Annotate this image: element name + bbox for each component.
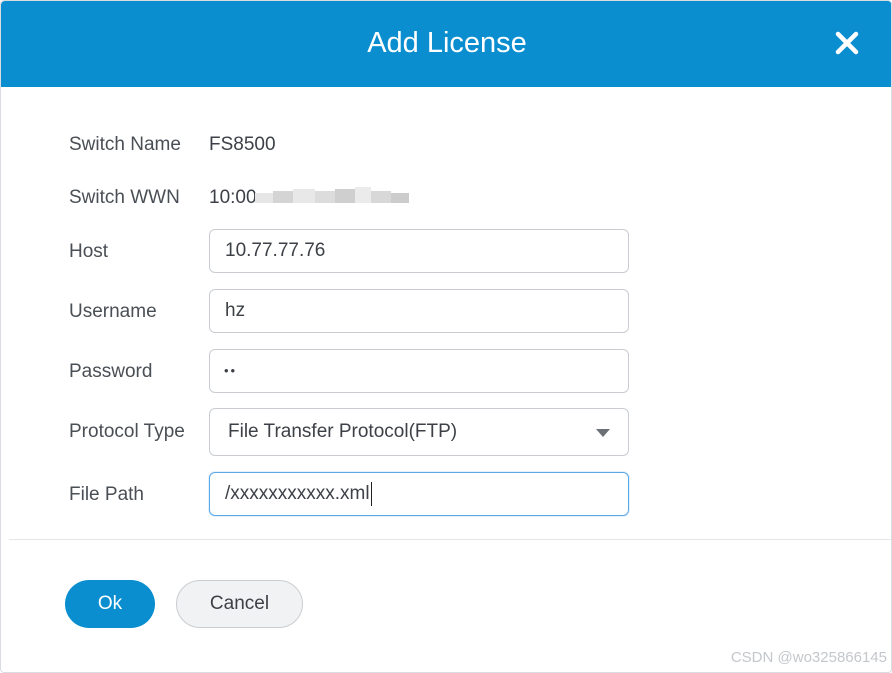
protocol-type-select[interactable]: File Transfer Protocol(FTP) — [209, 408, 629, 456]
add-license-dialog: Add License Switch Name FS8500 Switch WW… — [0, 0, 892, 673]
dialog-header: Add License — [1, 1, 891, 87]
password-masked-value: •• — [224, 363, 238, 378]
username-input[interactable] — [209, 289, 629, 333]
host-label: Host — [69, 241, 109, 262]
ok-button[interactable]: Ok — [65, 580, 155, 628]
switch-name-label: Switch Name — [69, 134, 181, 155]
chevron-down-icon — [596, 429, 610, 437]
dialog-title: Add License — [367, 27, 527, 59]
text-cursor — [371, 482, 372, 506]
protocol-type-selected: File Transfer Protocol(FTP) — [228, 421, 458, 442]
file-path-input[interactable] — [209, 472, 629, 516]
switch-wwn-label: Switch WWN — [69, 187, 180, 208]
switch-wwn-value: 10:00 — [209, 187, 257, 208]
file-path-label: File Path — [69, 484, 144, 505]
switch-wwn-value-wrap: 10:00 — [209, 187, 257, 209]
close-icon[interactable] — [829, 25, 865, 61]
username-label: Username — [69, 301, 157, 322]
switch-name-value: FS8500 — [209, 134, 276, 155]
password-label: Password — [69, 361, 153, 382]
footer-divider — [9, 539, 891, 540]
protocol-type-label: Protocol Type — [69, 421, 185, 442]
wwn-redaction-blur — [255, 185, 411, 207]
host-input[interactable] — [209, 229, 629, 273]
cancel-button[interactable]: Cancel — [176, 580, 303, 628]
password-input[interactable] — [209, 349, 629, 393]
watermark: CSDN @wo325866145 — [730, 649, 887, 666]
